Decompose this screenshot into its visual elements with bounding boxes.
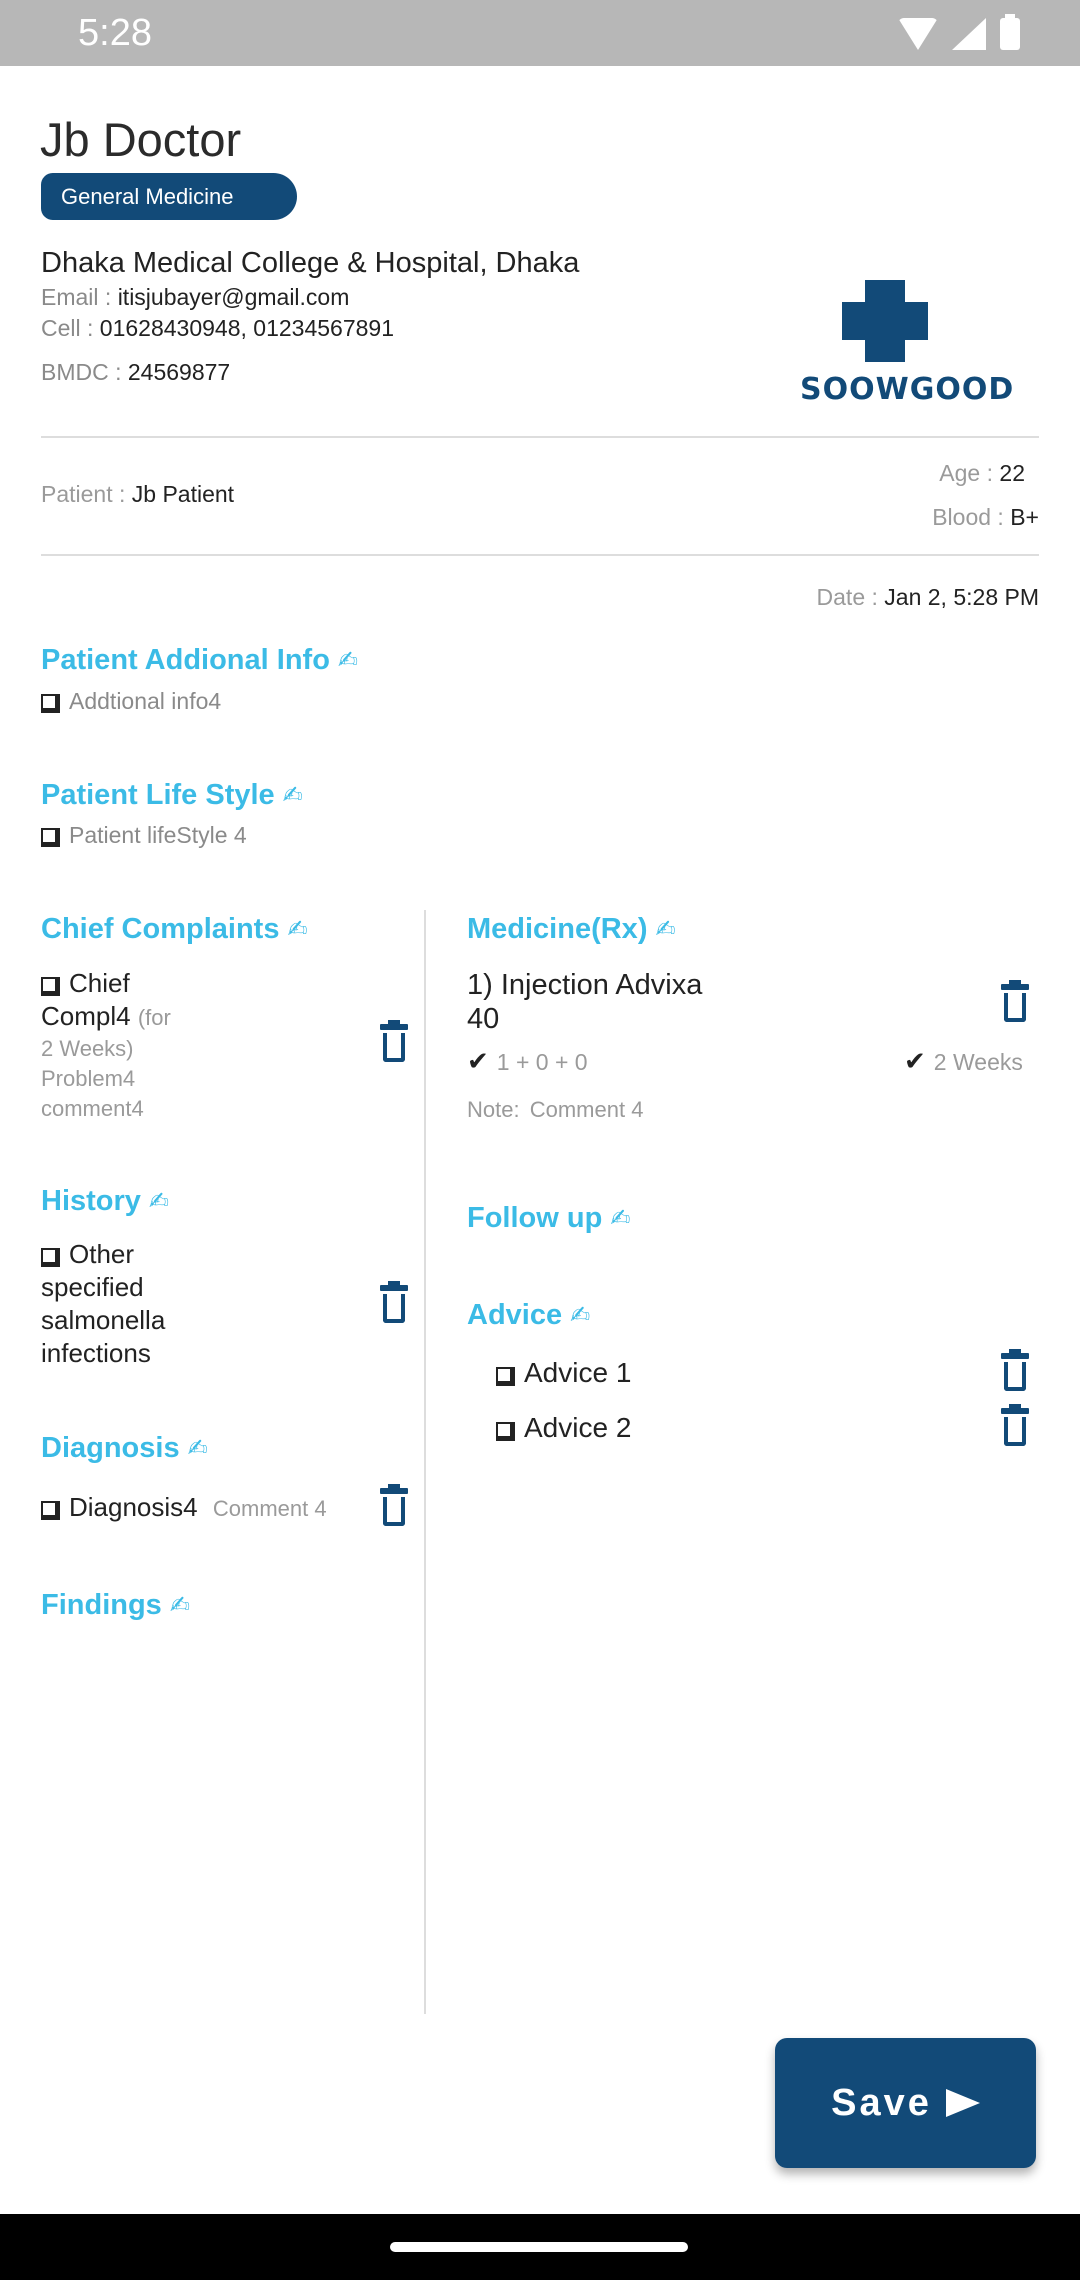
logo-text: SOOWGOOD <box>800 372 1015 407</box>
delete-diagnosis-button[interactable] <box>380 1484 408 1526</box>
checkbox-icon <box>41 694 60 713</box>
lifestyle-item: Patient lifeStyle 4 <box>41 822 247 849</box>
doctor-email-row: Email : itisjubayer@gmail.com <box>41 284 349 311</box>
doctor-email: itisjubayer@gmail.com <box>117 284 350 310</box>
checkbox-icon <box>496 1422 515 1441</box>
patient-name: Jb Patient <box>131 481 235 507</box>
patient-age: 22 <box>999 460 1025 486</box>
bmdc-label: BMDC : <box>41 359 122 385</box>
checkbox-icon <box>41 977 60 996</box>
doctor-cell-row: Cell : 01628430948, 01234567891 <box>41 315 394 342</box>
status-time: 5:28 <box>78 12 152 54</box>
edit-icon[interactable]: ✍ <box>188 1434 208 1463</box>
doctor-bmdc-row: BMDC : 24569877 <box>41 359 230 386</box>
findings-title: Findings <box>41 1589 162 1621</box>
hospital-name: Dhaka Medical College & Hospital, Dhaka <box>41 247 580 279</box>
send-arrow-icon <box>945 2089 980 2117</box>
signal-icon <box>952 18 986 50</box>
history-section[interactable]: History ✍ <box>41 1185 169 1218</box>
diagnosis-section[interactable]: Diagnosis ✍ <box>41 1432 208 1465</box>
edit-icon[interactable]: ✍ <box>655 915 675 944</box>
follow-up-title: Follow up <box>467 1202 603 1234</box>
status-bar: 5:28 <box>0 0 1080 66</box>
status-icons <box>898 14 1020 50</box>
medicine-dosage: ✔ 1 + 0 + 0 <box>467 1046 588 1076</box>
delete-advice-button[interactable] <box>1001 1349 1029 1391</box>
blood-label: Blood : <box>932 504 1004 530</box>
check-icon: ✔ <box>904 1046 926 1076</box>
delete-advice-button[interactable] <box>1001 1404 1029 1446</box>
delete-medicine-button[interactable] <box>1001 980 1029 1022</box>
diagnosis-title: Diagnosis <box>41 1432 180 1464</box>
advice-section[interactable]: Advice ✍ <box>467 1299 590 1332</box>
divider <box>41 554 1039 556</box>
advice-item: Advice 1 <box>496 1356 631 1389</box>
medicine-title: Medicine(Rx) <box>467 913 648 945</box>
history-item: Other specified salmonella infections <box>41 1239 166 1368</box>
medicine-note: Note: Comment 4 <box>467 1097 644 1122</box>
specialty-badge: General Medicine <box>41 173 297 220</box>
patient-blood: B+ <box>1010 504 1039 530</box>
diagnosis-item: Diagnosis4 Comment 4 <box>41 1491 327 1525</box>
edit-icon[interactable]: ✍ <box>570 1301 590 1330</box>
battery-icon <box>1000 14 1020 50</box>
edit-icon[interactable]: ✍ <box>287 915 307 944</box>
delete-complaint-button[interactable] <box>380 1020 408 1062</box>
edit-icon[interactable]: ✍ <box>338 646 358 675</box>
save-button[interactable]: Save <box>775 2038 1036 2168</box>
history-title: History <box>41 1185 141 1217</box>
doctor-cell: 01628430948, 01234567891 <box>99 315 394 341</box>
age-label: Age : <box>939 460 994 486</box>
checkbox-icon <box>496 1367 515 1386</box>
findings-section[interactable]: Findings ✍ <box>41 1589 190 1622</box>
chief-complaint-item: Chief Compl4 (for 2 Weeks) Problem4 comm… <box>41 968 171 1121</box>
lifestyle-title: Patient Life Style <box>41 779 275 811</box>
navigation-bar <box>0 2214 1080 2280</box>
save-label: Save <box>831 2081 932 2124</box>
patient-label: Patient : <box>41 481 126 507</box>
wifi-icon <box>898 18 938 50</box>
follow-up-section[interactable]: Follow up ✍ <box>467 1202 630 1235</box>
advice-title: Advice <box>467 1299 563 1331</box>
checkbox-icon <box>41 828 60 847</box>
edit-icon[interactable]: ✍ <box>610 1204 630 1233</box>
divider <box>41 436 1039 438</box>
date-row: Date : Jan 2, 5:28 PM <box>817 584 1039 611</box>
patient-row: Patient : Jb Patient <box>41 481 234 508</box>
date-label: Date : <box>816 584 878 610</box>
chief-complaints-section[interactable]: Chief Complaints ✍ <box>41 913 308 946</box>
medicine-section[interactable]: Medicine(Rx) ✍ <box>467 913 676 946</box>
medicine-duration: ✔ 2 Weeks <box>904 1046 1023 1076</box>
additional-info-section[interactable]: Patient Addional Info ✍ <box>41 644 358 677</box>
chief-complaints-title: Chief Complaints <box>41 913 280 945</box>
email-label: Email : <box>41 284 112 310</box>
lifestyle-section[interactable]: Patient Life Style ✍ <box>41 779 303 812</box>
edit-icon[interactable]: ✍ <box>170 1591 190 1620</box>
additional-info-title: Patient Addional Info <box>41 644 330 676</box>
additional-info-item: Addtional info4 <box>41 688 221 715</box>
cell-label: Cell : <box>41 315 94 341</box>
edit-icon[interactable]: ✍ <box>149 1187 169 1216</box>
checkbox-icon <box>41 1248 60 1267</box>
home-gesture-handle[interactable] <box>390 2242 688 2252</box>
doctor-bmdc: 24569877 <box>127 359 231 385</box>
checkbox-icon <box>41 1501 60 1520</box>
edit-icon[interactable]: ✍ <box>283 781 303 810</box>
delete-history-button[interactable] <box>380 1281 408 1323</box>
medicine-item-name: 1) Injection Advixa 40 <box>467 969 703 1035</box>
soowgood-logo: SOOWGOOD <box>800 280 1015 410</box>
patient-blood-row: Blood : B+ <box>932 504 1039 531</box>
advice-item: Advice 2 <box>496 1411 631 1444</box>
check-icon: ✔ <box>467 1046 489 1076</box>
prescription-date: Jan 2, 5:28 PM <box>884 584 1039 610</box>
doctor-name: Jb Doctor <box>40 113 242 166</box>
patient-age-row: Age : 22 <box>939 460 1025 487</box>
column-divider <box>424 910 426 2014</box>
